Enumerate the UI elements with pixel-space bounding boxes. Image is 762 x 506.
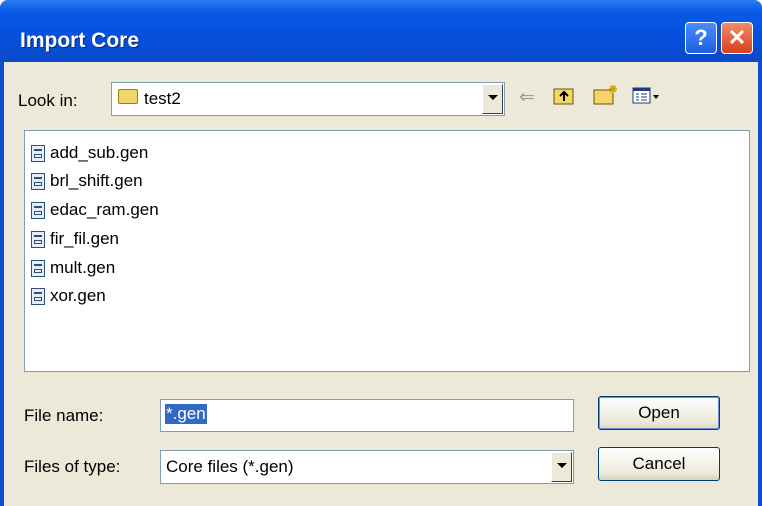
gen-file-icon: [31, 145, 45, 162]
gen-file-icon: [31, 231, 45, 248]
dialog-title: Import Core: [20, 29, 140, 52]
open-button[interactable]: Open: [598, 396, 720, 430]
gen-file-icon: [31, 288, 45, 305]
file-name-label: File name:: [24, 406, 104, 425]
back-arrow-icon[interactable]: ⇐: [519, 86, 535, 109]
file-name: mult.gen: [50, 258, 116, 277]
look-in-value: test2: [144, 89, 181, 108]
cancel-button[interactable]: Cancel: [598, 447, 720, 481]
file-name: add_sub.gen: [50, 143, 149, 162]
import-core-dialog: Import Core ? ✕ Look in: test2 ⇐ add_sub…: [0, 0, 762, 506]
new-folder-icon[interactable]: [593, 84, 619, 112]
gen-file-icon: [31, 202, 45, 219]
titlebar[interactable]: Import Core ? ✕: [0, 0, 762, 62]
file-list[interactable]: add_sub.gen brl_shift.gen edac_ram.gen f…: [24, 130, 750, 372]
view-menu-icon[interactable]: [632, 86, 660, 112]
file-name: xor.gen: [50, 286, 106, 305]
file-name: brl_shift.gen: [50, 171, 143, 190]
look-in-dropdown[interactable]: test2: [111, 82, 505, 116]
close-button[interactable]: ✕: [721, 22, 753, 54]
dialog-body: Look in: test2 ⇐ add_sub.gen brl_shift.g…: [4, 62, 758, 506]
look-in-label: Look in:: [18, 91, 78, 110]
gen-file-icon: [31, 260, 45, 277]
file-name-value: *.gen: [165, 404, 207, 424]
gen-file-icon: [31, 173, 45, 190]
help-button[interactable]: ?: [685, 22, 717, 54]
file-name-input[interactable]: *.gen: [160, 399, 574, 432]
file-name: fir_fil.gen: [50, 229, 119, 248]
file-type-label: Files of type:: [24, 457, 121, 476]
file-type-dropdown[interactable]: Core files (*.gen): [160, 450, 574, 484]
up-folder-icon[interactable]: [553, 86, 575, 112]
file-type-dropdown-arrow[interactable]: [551, 452, 572, 482]
file-name: edac_ram.gen: [50, 200, 159, 219]
file-type-value: Core files (*.gen): [166, 457, 294, 476]
folder-icon: [118, 89, 138, 104]
look-in-dropdown-arrow[interactable]: [482, 84, 503, 114]
